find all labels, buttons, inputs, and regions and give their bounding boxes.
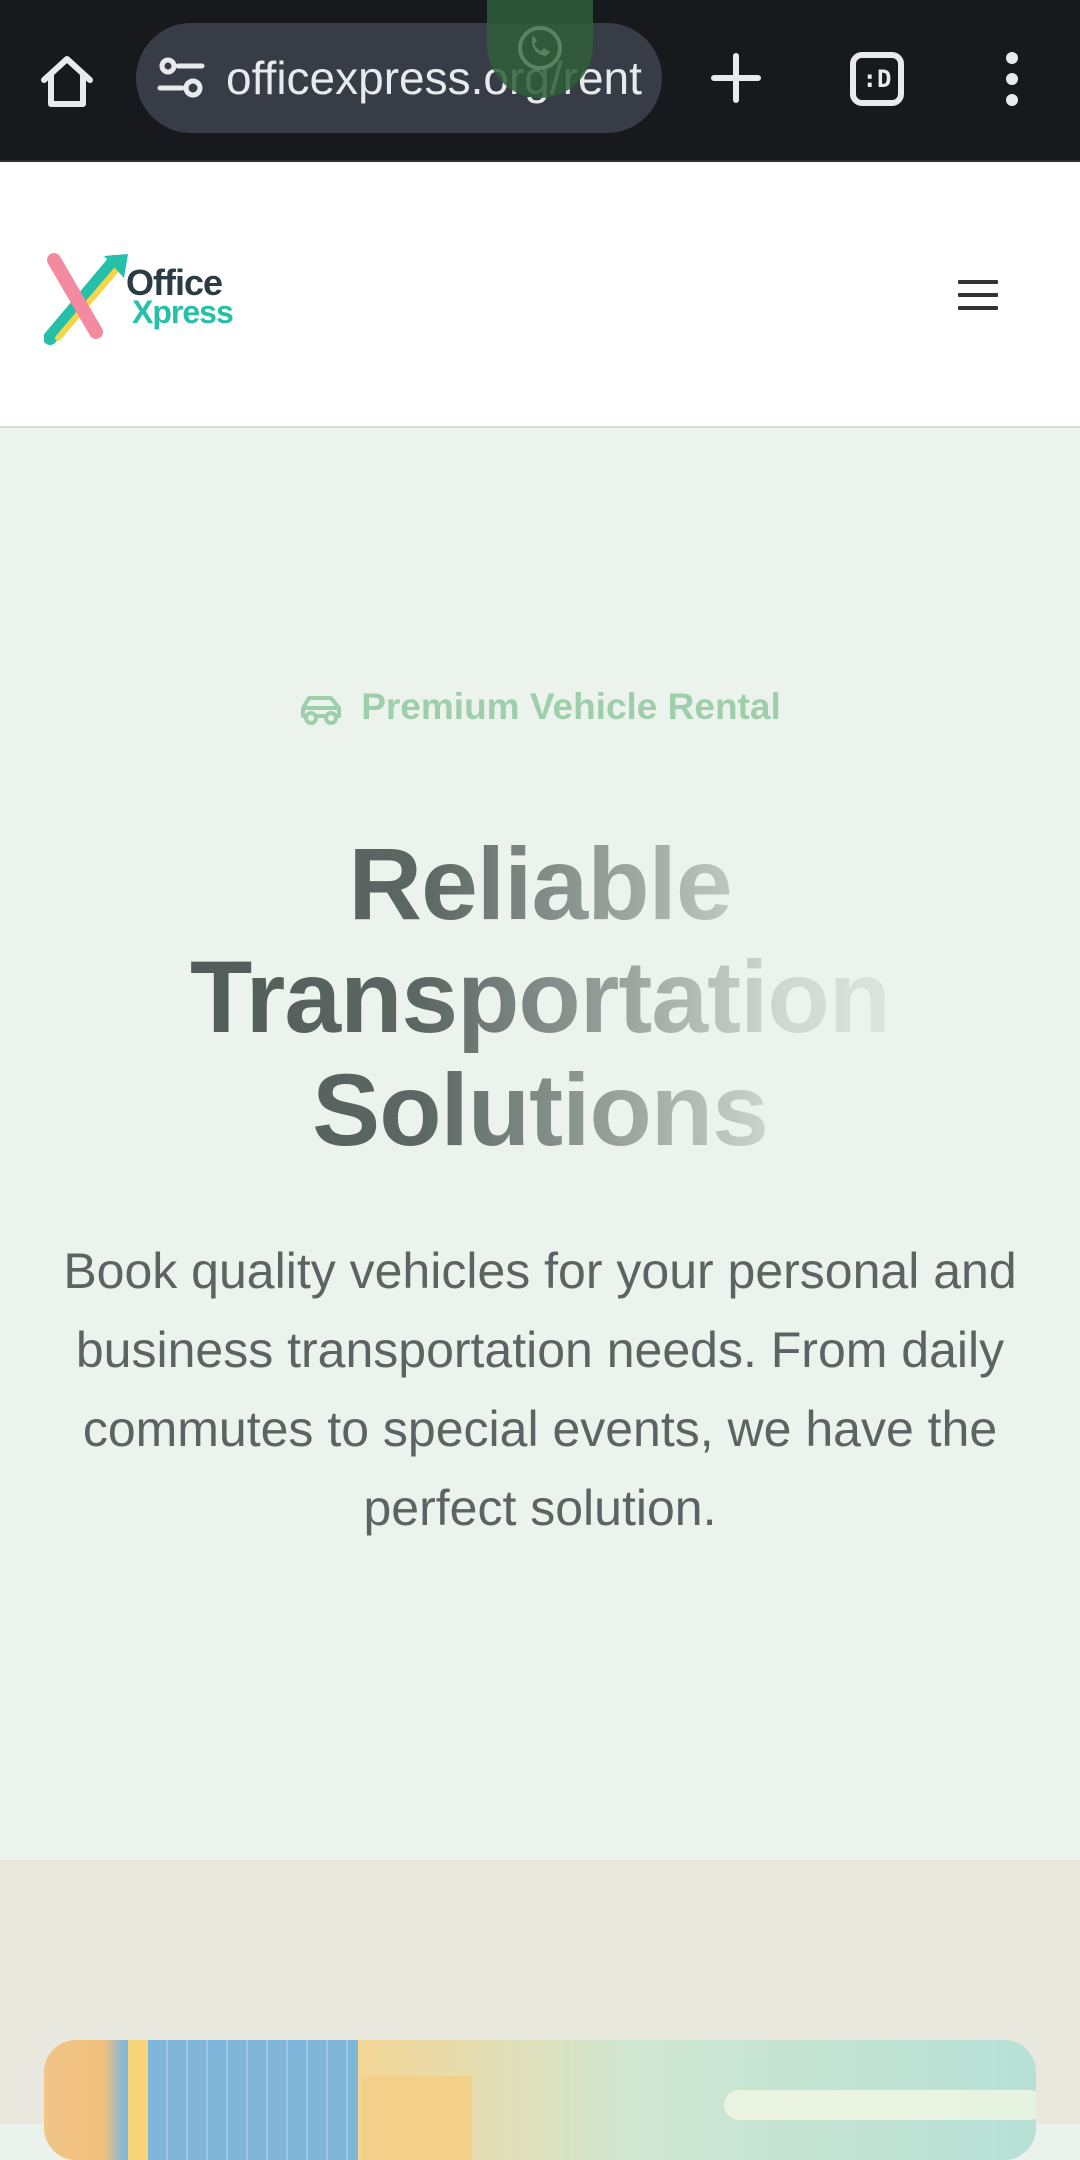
hero-title-line1: Reliable xyxy=(348,827,732,941)
feature-image xyxy=(44,2040,1036,2160)
tabs-icon[interactable]: :D xyxy=(850,52,904,106)
hero-title-line2: Transportation xyxy=(189,940,891,1054)
browser-toolbar: officexpress.org/rent :D xyxy=(0,0,1080,160)
home-icon[interactable] xyxy=(36,50,98,112)
car-icon xyxy=(299,692,343,726)
hero-subtitle: Book quality vehicles for your personal … xyxy=(63,1243,1017,1536)
logo-text-xpress: Xpress xyxy=(132,294,234,330)
hero-eyebrow-text: Premium Vehicle Rental xyxy=(361,686,781,727)
hero-eyebrow: Premium Vehicle Rental xyxy=(0,686,1080,728)
plus-icon[interactable] xyxy=(706,48,766,108)
hero-title: Reliable Transportation Solutions xyxy=(60,828,1020,1167)
hero-title-line3: Solutions xyxy=(312,1053,768,1167)
more-vert-icon[interactable] xyxy=(996,48,1028,110)
logo[interactable]: Office Xpress xyxy=(44,248,234,348)
site-header: Office Xpress xyxy=(0,160,1080,428)
hamburger-icon[interactable] xyxy=(958,280,998,314)
next-section xyxy=(0,1860,1080,2160)
tune-icon[interactable] xyxy=(156,56,206,100)
hero-section: Premium Vehicle Rental Reliable Transpor… xyxy=(0,428,1080,1860)
